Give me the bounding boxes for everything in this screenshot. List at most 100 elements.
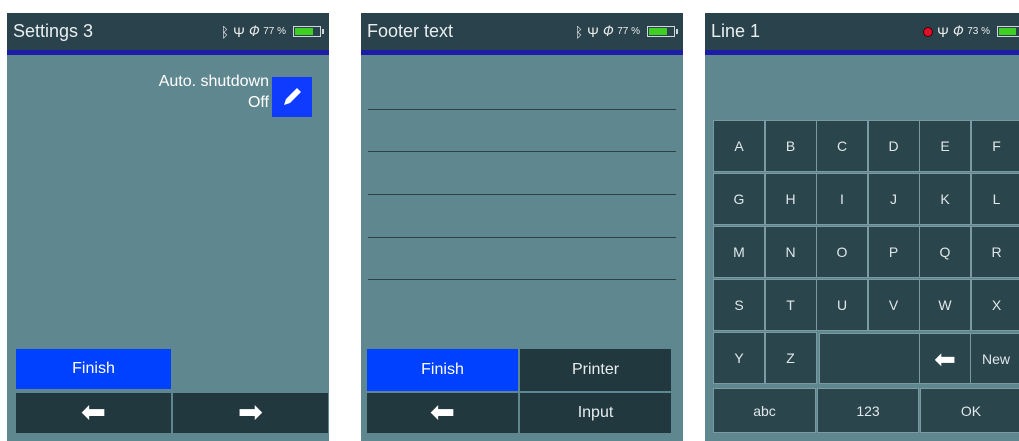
key-123[interactable]: 123 [817, 388, 919, 433]
finish-button[interactable]: Finish [16, 349, 171, 389]
key-f[interactable]: F [970, 120, 1019, 172]
usb-icon: Ψ [233, 23, 245, 40]
edit-setting-button[interactable] [272, 77, 312, 117]
ok-label: OK [960, 402, 982, 419]
plug-icon: 𝛷 [248, 23, 260, 39]
screen-title: Footer text [367, 21, 454, 41]
back-button[interactable]: ⬅ [367, 393, 518, 433]
key-i[interactable]: I [816, 173, 868, 225]
key-b[interactable]: B [764, 120, 817, 172]
key-k[interactable]: K [919, 173, 971, 225]
battery-icon [647, 26, 678, 37]
printer-label: Printer [571, 361, 620, 378]
key-l[interactable]: L [970, 173, 1019, 225]
key-label: I [840, 191, 844, 207]
key-y[interactable]: Y [713, 332, 765, 384]
key-label: S [734, 297, 744, 313]
key-label: K [940, 191, 950, 207]
status-bar: ᛒ Ψ 𝛷 77 % [220, 13, 324, 50]
finish-label: Finish [421, 361, 464, 378]
key-label: M [733, 244, 745, 260]
screen-title: Settings 3 [13, 21, 94, 41]
left-arrow-icon: ⬅ [429, 396, 456, 429]
finish-label: Finish [72, 360, 115, 377]
setting-value: Off [247, 94, 269, 111]
back-button[interactable]: ⬅ [16, 393, 171, 433]
title-underline [705, 50, 1019, 55]
key-label: F [992, 138, 1001, 154]
key-label: Z [786, 350, 795, 366]
setting-name: Auto. shutdown [158, 73, 269, 90]
status-bar: ᛒ Ψ 𝛷 77 % [575, 13, 678, 50]
key-label: A [734, 138, 744, 154]
screen-title: Line 1 [711, 21, 761, 41]
title-underline [7, 50, 329, 55]
footer-line-2[interactable] [368, 151, 676, 152]
key-c[interactable]: C [816, 120, 868, 172]
left-arrow-icon: ⬅ [934, 343, 956, 374]
key-space[interactable] [819, 333, 920, 384]
footer-line-3[interactable] [368, 194, 676, 195]
pencil-icon [284, 88, 301, 105]
key-s[interactable]: S [713, 279, 765, 331]
battery-level [649, 28, 668, 35]
key-label: C [836, 138, 848, 154]
key-x[interactable]: X [970, 279, 1019, 331]
key-d[interactable]: D [867, 120, 920, 172]
setting-label: Auto. shutdown Off [159, 71, 269, 113]
key-label: X [991, 297, 1002, 313]
key-z[interactable]: Z [764, 332, 817, 384]
key-w[interactable]: W [919, 279, 971, 331]
title-underline [361, 50, 683, 55]
key-label: H [785, 191, 796, 207]
key-label: N [785, 244, 796, 260]
usb-icon: Ψ [587, 23, 599, 40]
key-a[interactable]: A [713, 120, 765, 172]
key-backspace[interactable]: ⬅ [919, 333, 971, 384]
key-q[interactable]: Q [919, 226, 971, 278]
key-m[interactable]: M [713, 226, 765, 278]
footer-line-4[interactable] [368, 237, 676, 238]
key-v[interactable]: V [867, 279, 920, 331]
key-label: O [836, 244, 848, 260]
key-g[interactable]: G [713, 173, 765, 225]
key-ok[interactable]: OK [920, 388, 1019, 433]
settings-screen: Settings 3 ᛒ Ψ 𝛷 77 % Auto. shutdown Off… [7, 13, 329, 441]
printer-button[interactable]: Printer [520, 349, 671, 391]
key-t[interactable]: T [764, 279, 817, 331]
key-label: B [785, 138, 796, 154]
finish-button[interactable]: Finish [367, 349, 518, 391]
input-button[interactable]: Input [520, 393, 671, 433]
key-label: E [940, 138, 950, 154]
key-n[interactable]: N [764, 226, 817, 278]
key-label: Q [939, 244, 951, 260]
new-label: New [981, 350, 1010, 367]
key-label: G [733, 191, 745, 207]
key-new[interactable]: New [970, 333, 1019, 384]
key-e[interactable]: E [919, 120, 971, 172]
key-label: D [888, 138, 899, 154]
plug-icon: 𝛷 [952, 23, 964, 39]
footer-line-5[interactable] [368, 279, 676, 280]
key-j[interactable]: J [867, 173, 920, 225]
bluetooth-icon: ᛒ [220, 23, 230, 40]
key-label: V [888, 297, 899, 313]
left-arrow-icon: ⬅ [80, 396, 107, 429]
key-p[interactable]: P [867, 226, 920, 278]
key-o[interactable]: O [816, 226, 868, 278]
battery-percent: 77 % [617, 26, 640, 37]
battery-percent: 73 % [967, 26, 990, 37]
plug-icon: 𝛷 [602, 23, 614, 39]
footer-text-screen: Footer text ᛒ Ψ 𝛷 77 % Finish Printer ⬅ … [361, 13, 683, 441]
battery-icon [997, 26, 1019, 37]
battery-percent: 77 % [263, 26, 286, 37]
battery-icon [293, 26, 324, 37]
battery-level [295, 28, 314, 35]
key-u[interactable]: U [816, 279, 868, 331]
key-abc[interactable]: abc [713, 388, 816, 433]
next-button[interactable]: ➡ [173, 393, 328, 433]
key-h[interactable]: H [764, 173, 817, 225]
key-r[interactable]: R [970, 226, 1019, 278]
num-label: 123 [856, 402, 880, 419]
footer-line-1[interactable] [368, 109, 676, 110]
